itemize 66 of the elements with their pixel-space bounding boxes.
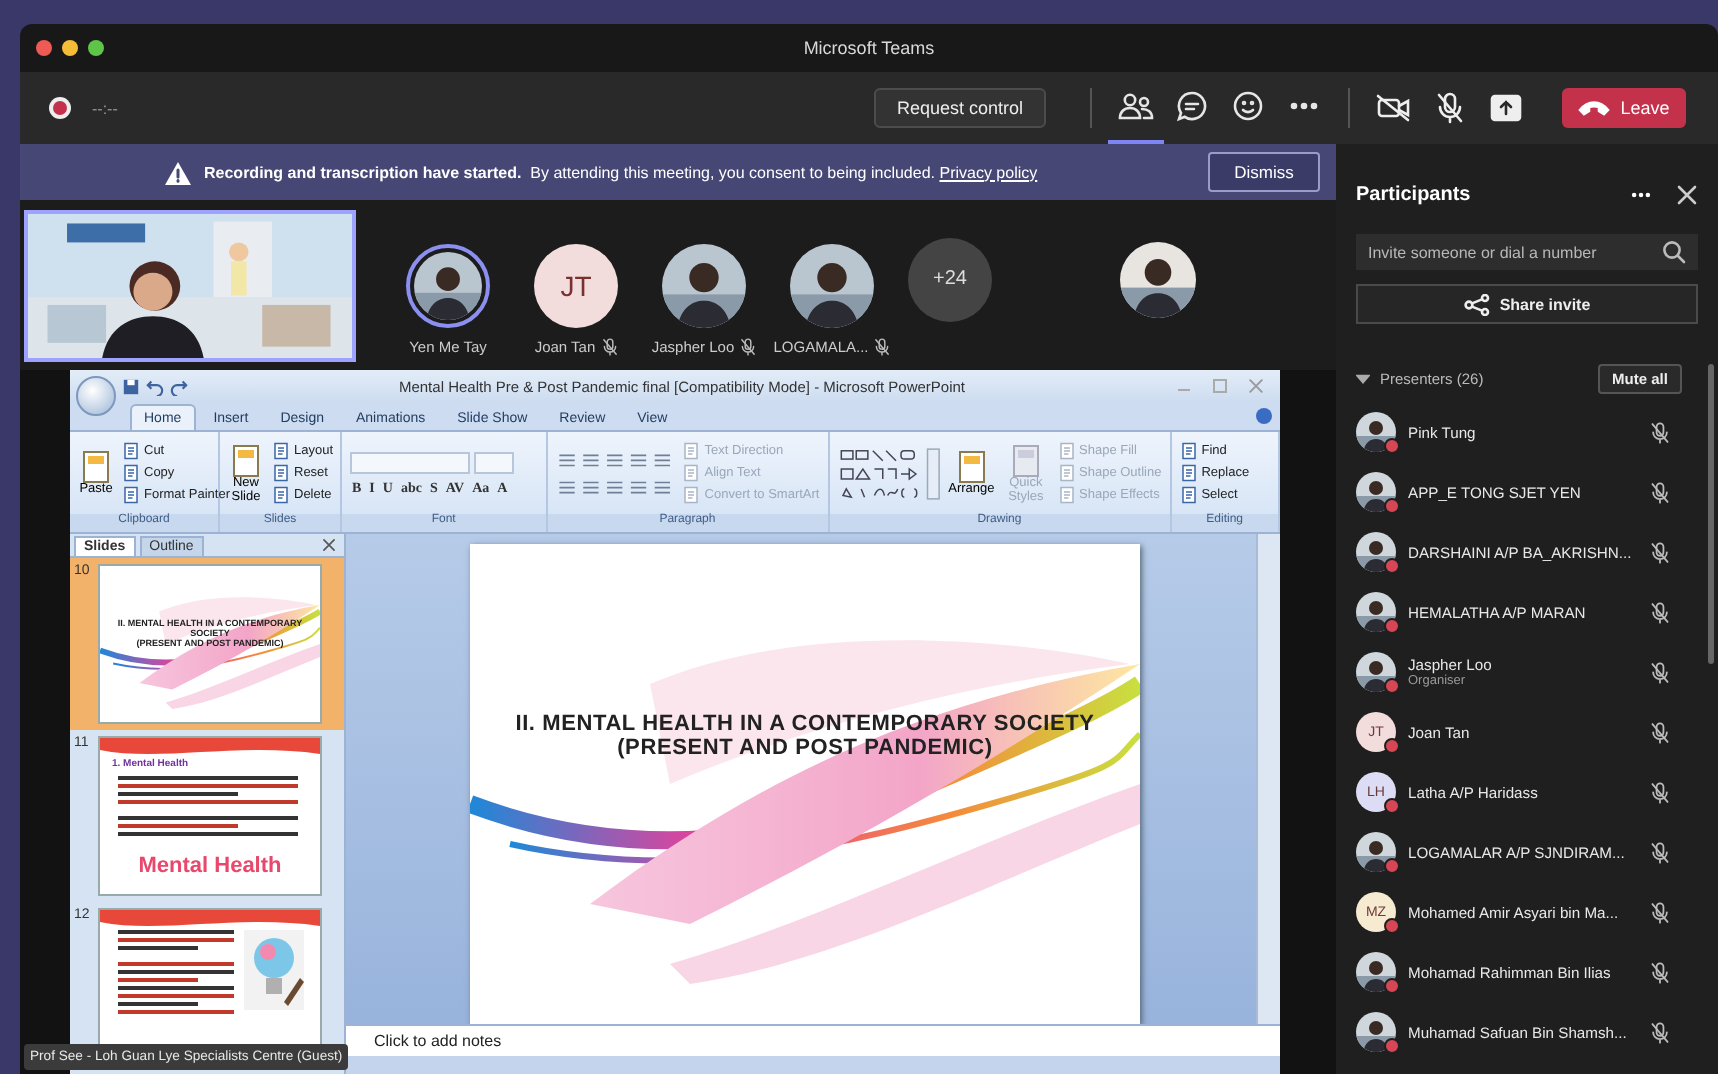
page-icon bbox=[682, 442, 701, 460]
page-icon bbox=[272, 442, 290, 460]
notes-field[interactable]: Click to add notes bbox=[346, 1024, 1280, 1056]
call-timer: --:-- bbox=[92, 99, 118, 117]
font-size-field[interactable] bbox=[474, 451, 514, 473]
record-icon bbox=[48, 96, 72, 120]
page-icon bbox=[272, 464, 290, 482]
camera-off-icon[interactable] bbox=[1376, 94, 1412, 122]
avatar bbox=[1356, 1012, 1396, 1052]
banner-message: Recording and transcription have started. By attending this meeting, you consent to being included. Privacy policy bbox=[204, 163, 1038, 181]
avatar bbox=[1356, 832, 1396, 872]
document-icon bbox=[1007, 441, 1044, 478]
share-icon bbox=[1463, 293, 1490, 315]
close-icon[interactable] bbox=[322, 538, 336, 552]
page-icon bbox=[1179, 486, 1198, 504]
dismiss-button[interactable]: Dismiss bbox=[1208, 152, 1320, 192]
leave-button[interactable]: Leave bbox=[1562, 88, 1686, 128]
avatar: JT bbox=[534, 243, 618, 327]
avatar bbox=[1356, 652, 1396, 692]
page-icon bbox=[1057, 442, 1076, 460]
document-icon bbox=[78, 448, 114, 485]
caret-icon[interactable] bbox=[1356, 370, 1370, 388]
page-icon bbox=[1057, 486, 1076, 504]
search-field[interactable]: Invite someone or dial a number bbox=[1356, 234, 1698, 270]
avatar bbox=[1356, 952, 1396, 992]
window-close-button[interactable] bbox=[36, 40, 52, 56]
mic-off-icon[interactable] bbox=[1436, 92, 1464, 124]
word-art: Mental Health bbox=[136, 854, 284, 878]
search-icon bbox=[1662, 240, 1686, 264]
page-icon bbox=[272, 486, 290, 504]
chat-icon bbox=[1176, 90, 1208, 122]
page-icon bbox=[682, 464, 701, 482]
share-screen-icon[interactable] bbox=[1490, 94, 1522, 122]
page-icon bbox=[122, 464, 140, 482]
font-name-field[interactable] bbox=[350, 451, 470, 473]
scrollbar[interactable] bbox=[1256, 534, 1280, 1024]
people-icon bbox=[1118, 92, 1154, 120]
phone-icon bbox=[1578, 98, 1611, 118]
smiley-icon bbox=[1232, 90, 1264, 122]
request-control-button[interactable]: Request control bbox=[874, 88, 1046, 128]
avatar bbox=[1356, 412, 1396, 452]
avatar bbox=[1356, 592, 1396, 632]
scrollbar[interactable] bbox=[1708, 364, 1714, 664]
save-icon[interactable] bbox=[122, 377, 140, 395]
document-icon bbox=[953, 448, 990, 485]
page-icon bbox=[682, 486, 701, 504]
avatar bbox=[1356, 532, 1396, 572]
page-icon bbox=[122, 442, 140, 460]
window-title: Microsoft Teams bbox=[801, 38, 937, 58]
privacy-policy-link[interactable]: Privacy policy bbox=[939, 163, 1038, 181]
document-icon bbox=[228, 441, 264, 478]
help-icon[interactable] bbox=[1256, 408, 1272, 424]
minimize-button[interactable] bbox=[62, 40, 78, 56]
office-button[interactable] bbox=[76, 376, 116, 416]
more-participants-badge[interactable]: +24 bbox=[908, 237, 992, 321]
page-icon bbox=[1057, 464, 1076, 482]
avatar bbox=[1356, 472, 1396, 512]
undo-icon[interactable] bbox=[146, 377, 164, 395]
zoom-button[interactable] bbox=[88, 40, 104, 56]
share-invite-button[interactable]: Share invite bbox=[1356, 284, 1698, 324]
page-icon bbox=[122, 486, 140, 504]
page-icon bbox=[1179, 442, 1198, 460]
page-icon bbox=[1179, 464, 1198, 482]
panel-title: Participants bbox=[1356, 184, 1473, 206]
redo-icon[interactable] bbox=[170, 377, 188, 395]
warning-icon bbox=[164, 159, 192, 185]
